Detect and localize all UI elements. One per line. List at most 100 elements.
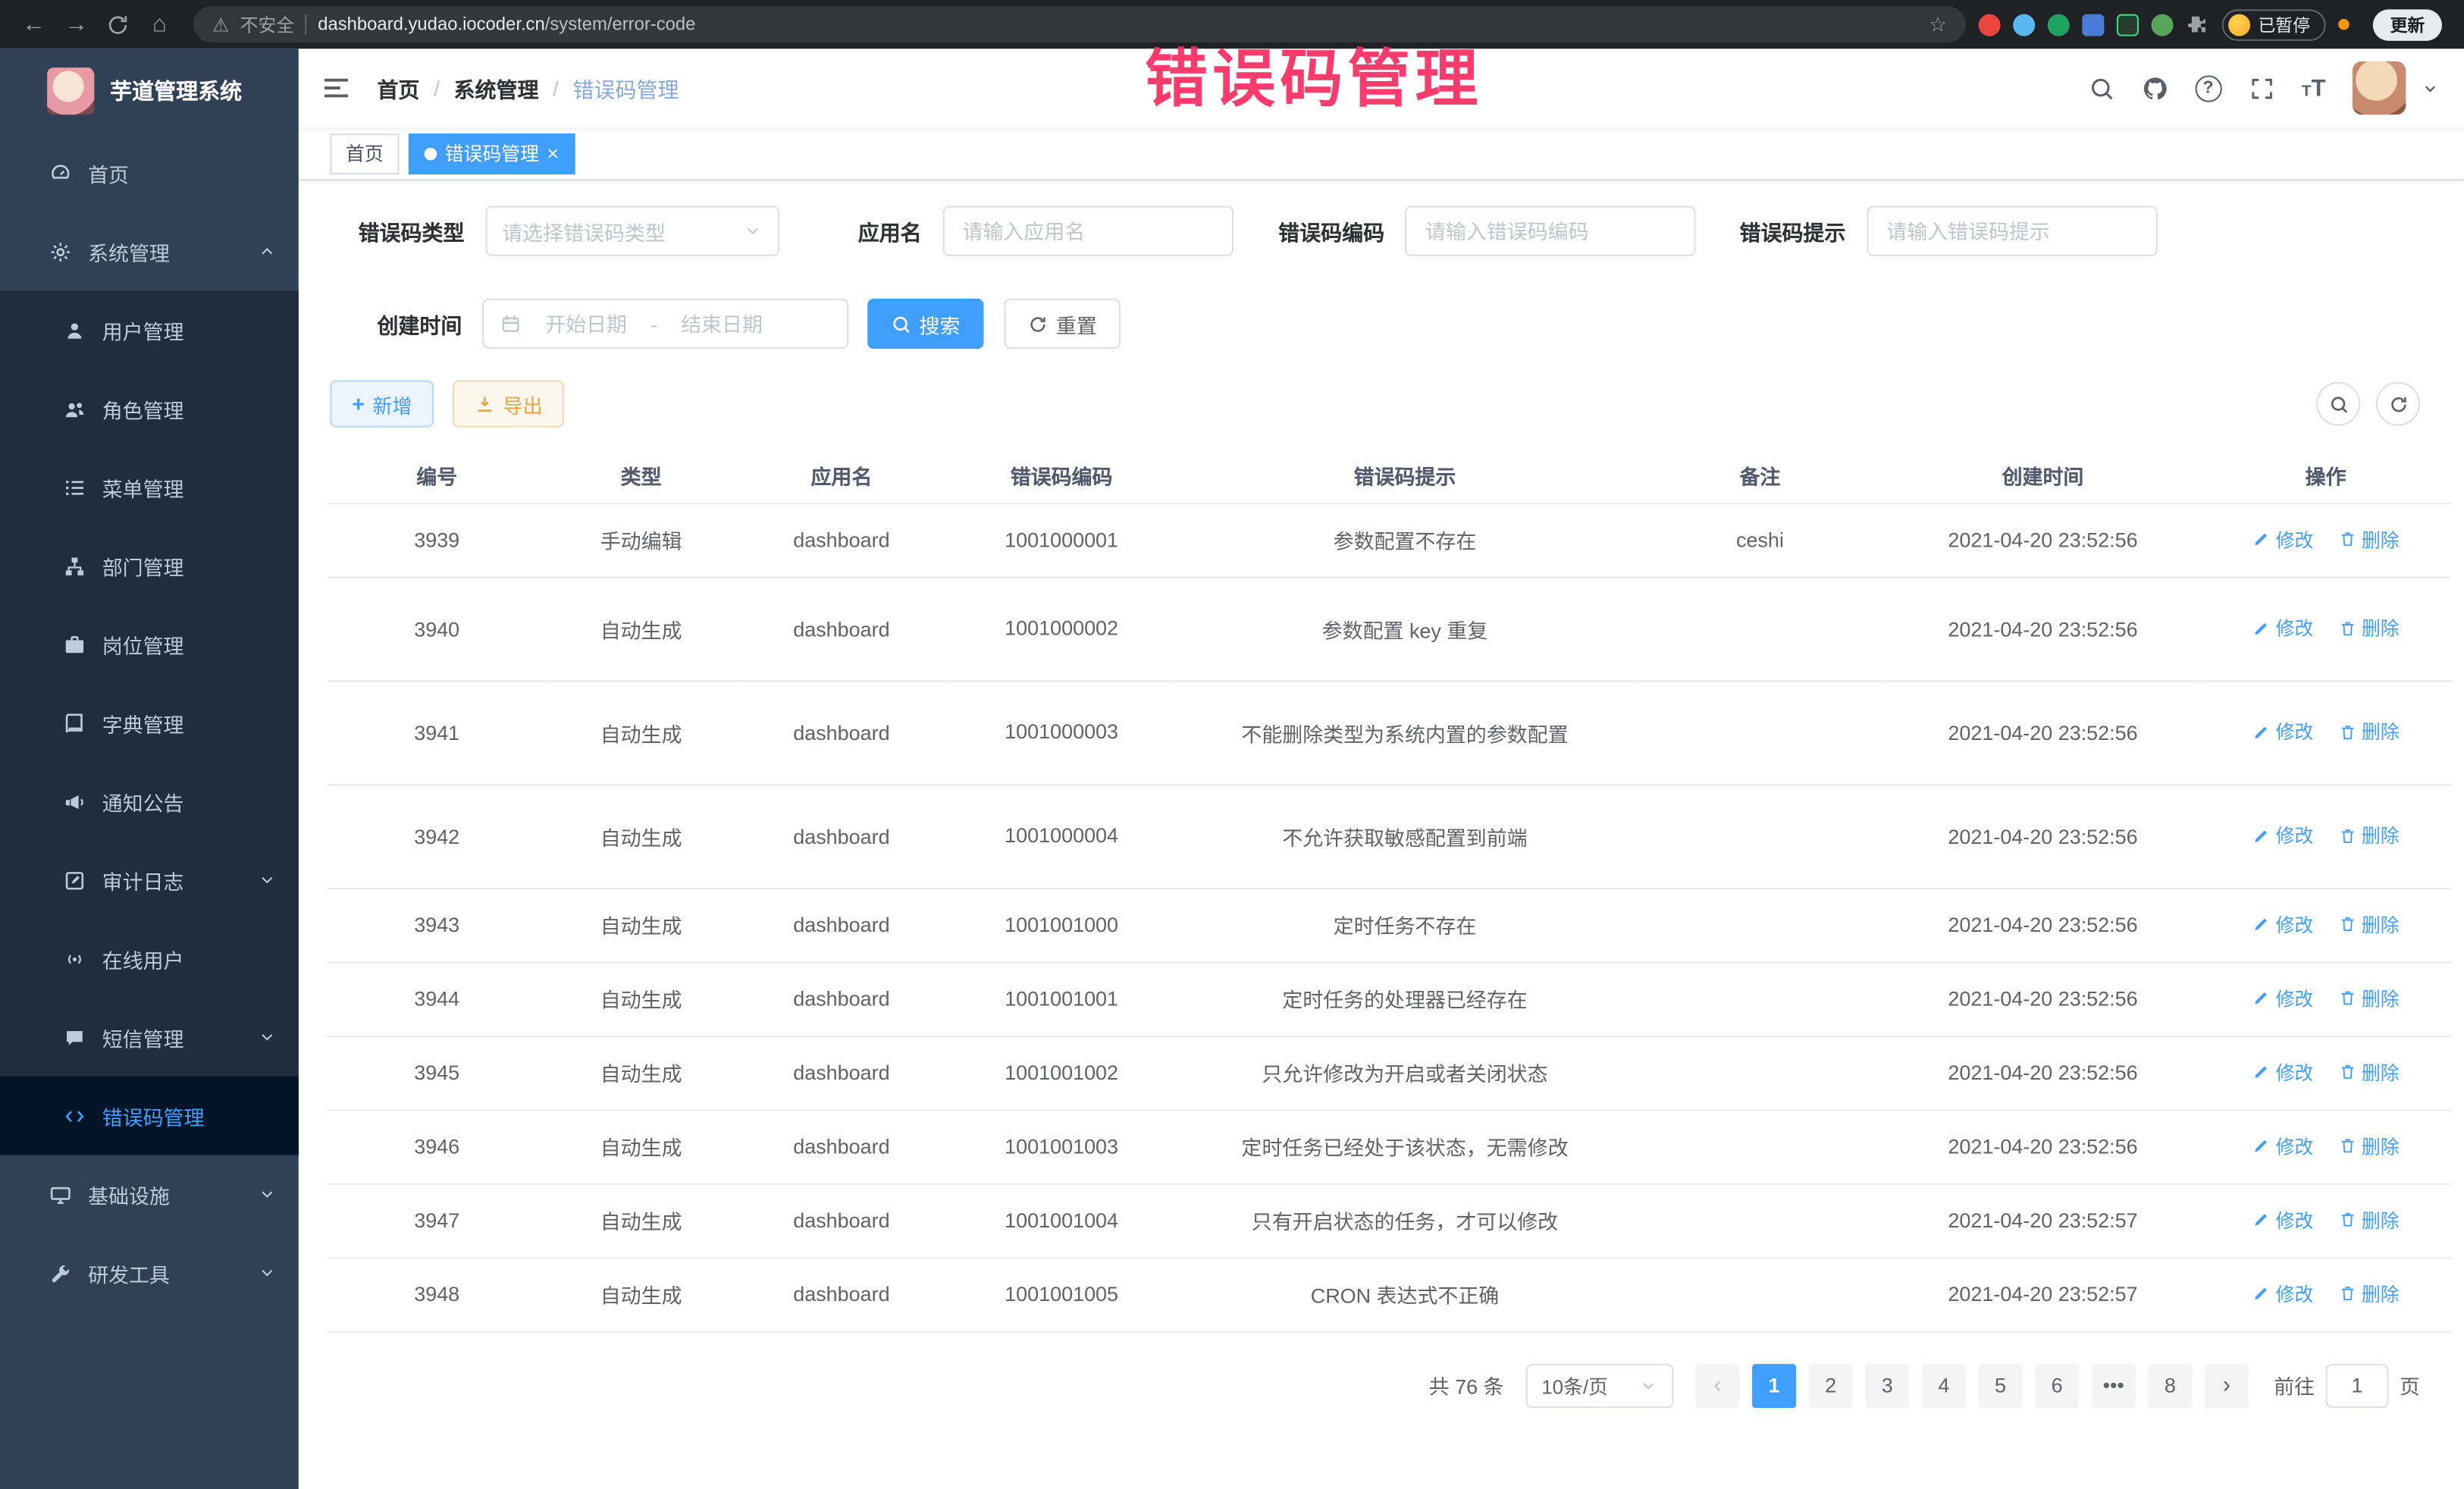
error-hint-input[interactable]: [1866, 206, 2156, 256]
delete-link[interactable]: 删除: [2338, 1206, 2400, 1233]
briefcase-icon: [63, 632, 86, 656]
page-button-8[interactable]: 8: [2148, 1363, 2192, 1407]
page-button-5[interactable]: 5: [1978, 1363, 2022, 1407]
cell-actions: 修改 删除: [2200, 784, 2452, 888]
page-button-4[interactable]: 4: [1922, 1363, 1966, 1407]
sidebar-item-dictionary[interactable]: 字典管理: [0, 684, 299, 763]
sidebar-item-menus[interactable]: 菜单管理: [0, 448, 299, 527]
font-size-icon[interactable]: TT: [2302, 77, 2326, 100]
delete-link[interactable]: 删除: [2338, 823, 2400, 849]
delete-link[interactable]: 删除: [2338, 615, 2400, 641]
screenshot-root: ← → ⌂ ⚠ 不安全 dashboard.yudao.iocoder.cn/s…: [0, 0, 2464, 1489]
export-button[interactable]: 导出: [453, 381, 564, 428]
error-code-input[interactable]: [1405, 206, 1695, 256]
prev-page-button[interactable]: ‹: [1695, 1363, 1739, 1407]
tab-close-icon[interactable]: ×: [547, 143, 559, 164]
edit-pencil-icon: [2252, 1284, 2271, 1303]
date-start-input[interactable]: [528, 312, 644, 335]
edit-link[interactable]: 修改: [2252, 823, 2314, 849]
delete-link[interactable]: 删除: [2338, 719, 2400, 745]
sidebar-item-home[interactable]: 首页: [0, 133, 299, 212]
sidebar-item-audit-logs[interactable]: 审计日志: [0, 841, 299, 920]
date-range-picker[interactable]: -: [482, 299, 848, 349]
browser-home-icon[interactable]: ⌂: [138, 3, 180, 45]
error-type-select[interactable]: 请选择错误码类型: [484, 206, 779, 256]
sidebar-item-infrastructure[interactable]: 基础设施: [0, 1155, 299, 1234]
cell-type: 自动生成: [547, 784, 735, 888]
breadcrumb-home[interactable]: 首页: [377, 72, 419, 103]
delete-link[interactable]: 删除: [2338, 526, 2400, 553]
delete-link[interactable]: 删除: [2338, 911, 2400, 938]
page-button-1[interactable]: 1: [1752, 1363, 1796, 1407]
sidebar-item-users[interactable]: 用户管理: [0, 290, 299, 369]
sidebar-item-positions[interactable]: 岗位管理: [0, 605, 299, 684]
delete-link[interactable]: 删除: [2338, 1133, 2400, 1159]
sidebar-item-roles[interactable]: 角色管理: [0, 369, 299, 448]
next-page-button[interactable]: ›: [2205, 1363, 2249, 1407]
date-end-input[interactable]: [663, 312, 779, 335]
extension-check-icon[interactable]: [2048, 14, 2070, 36]
help-icon[interactable]: ?: [2195, 74, 2221, 101]
tab-home[interactable]: 首页: [330, 133, 399, 174]
edit-link[interactable]: 修改: [2252, 719, 2314, 745]
address-bar[interactable]: ⚠ 不安全 dashboard.yudao.iocoder.cn/system/…: [193, 6, 1966, 42]
page-more-button[interactable]: •••: [2092, 1363, 2136, 1407]
page-button-6[interactable]: 6: [2035, 1363, 2079, 1407]
goto-page-input[interactable]: [2326, 1363, 2389, 1407]
browser-reload-icon[interactable]: [105, 12, 130, 37]
cell-remark: ceshi: [1635, 503, 1886, 576]
extension-grid-icon[interactable]: [2082, 14, 2104, 36]
edit-pencil-icon: [2252, 915, 2271, 934]
chevron-down-icon: [258, 870, 277, 889]
edit-link[interactable]: 修改: [2252, 1133, 2314, 1159]
bookmark-star-icon[interactable]: ☆: [1929, 12, 1947, 37]
search-button[interactable]: 搜索: [867, 299, 983, 349]
extension-red-icon[interactable]: [1979, 14, 2001, 36]
browser-back-icon[interactable]: ←: [13, 3, 55, 45]
page-button-3[interactable]: 3: [1865, 1363, 1909, 1407]
sidebar-item-departments[interactable]: 部门管理: [0, 526, 299, 605]
fullscreen-icon[interactable]: [2248, 74, 2274, 101]
delete-link[interactable]: 删除: [2338, 1058, 2400, 1085]
edit-link[interactable]: 修改: [2252, 615, 2314, 641]
extension-dark-icon[interactable]: [2117, 14, 2139, 36]
github-icon[interactable]: [2142, 74, 2168, 101]
tab-error-codes[interactable]: 错误码管理 ×: [409, 133, 575, 174]
delete-link[interactable]: 删除: [2338, 1281, 2400, 1307]
sidebar-logo[interactable]: 芋道管理系统: [0, 49, 299, 133]
user-avatar[interactable]: [2353, 61, 2406, 114]
refresh-table-button[interactable]: [2376, 382, 2420, 426]
edit-link[interactable]: 修改: [2252, 911, 2314, 938]
top-header: 首页 / 系统管理 / 错误码管理 ? TT: [299, 49, 2464, 127]
edit-link[interactable]: 修改: [2252, 1058, 2314, 1085]
browser-forward-icon[interactable]: →: [55, 3, 98, 45]
page-button-2[interactable]: 2: [1809, 1363, 1853, 1407]
add-button[interactable]: + 新增: [330, 381, 434, 428]
edit-link[interactable]: 修改: [2252, 1206, 2314, 1233]
sidebar-item-sms[interactable]: 短信管理: [0, 998, 299, 1077]
toggle-search-button[interactable]: [2316, 382, 2360, 426]
breadcrumb-system[interactable]: 系统管理: [454, 72, 539, 103]
sidebar-item-error-codes[interactable]: 错误码管理: [0, 1077, 299, 1155]
avatar-caret-down-icon[interactable]: [2422, 80, 2439, 97]
cell-code: 1001001003: [948, 1109, 1176, 1183]
profile-paused-badge[interactable]: 已暂停: [2222, 8, 2326, 39]
hamburger-icon[interactable]: [321, 72, 352, 103]
sidebar-item-announcements[interactable]: 通知公告: [0, 762, 299, 841]
page-size-select[interactable]: 10条/页: [1526, 1363, 1674, 1407]
extensions-puzzle-icon[interactable]: [2186, 13, 2209, 36]
browser-update-button[interactable]: 更新: [2373, 8, 2442, 39]
app-name-input[interactable]: [942, 206, 1233, 256]
sidebar-item-system[interactable]: 系统管理: [0, 212, 299, 291]
edit-link[interactable]: 修改: [2252, 985, 2314, 1011]
delete-link[interactable]: 删除: [2338, 985, 2400, 1011]
edit-link[interactable]: 修改: [2252, 1281, 2314, 1307]
sidebar-item-dev-tools[interactable]: 研发工具: [0, 1234, 299, 1312]
edit-link[interactable]: 修改: [2252, 526, 2314, 553]
filter-error-code: 错误码编码: [1278, 206, 1695, 256]
search-icon[interactable]: [2088, 74, 2114, 101]
extension-leaf-icon[interactable]: [2152, 14, 2174, 36]
extension-blue-icon[interactable]: [2013, 14, 2035, 36]
sidebar-item-online-users[interactable]: 在线用户: [0, 920, 299, 998]
reset-button[interactable]: 重置: [1004, 299, 1120, 349]
